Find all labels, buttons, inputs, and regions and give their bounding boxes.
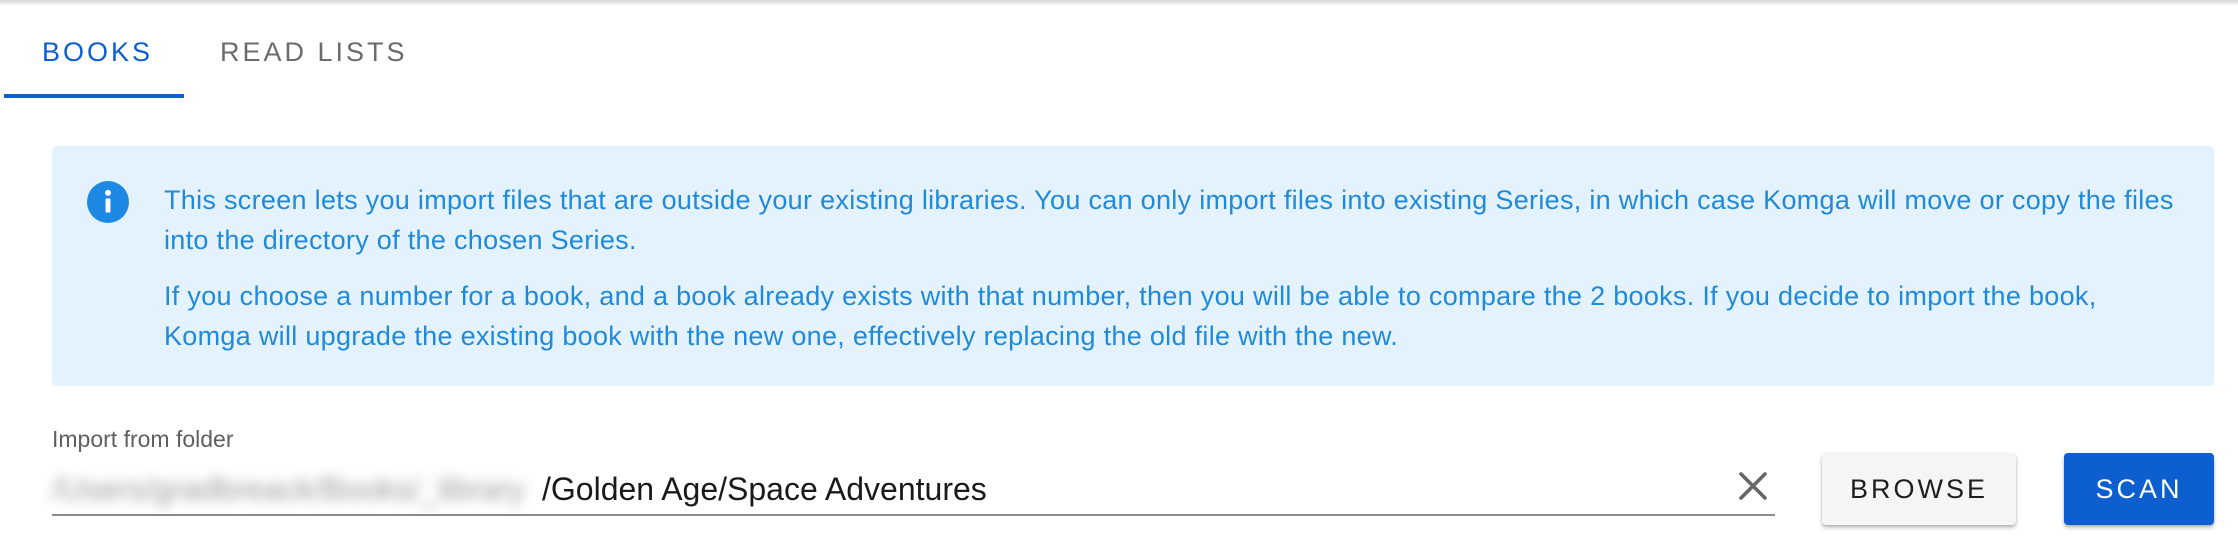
browse-button[interactable]: BROWSE — [1822, 453, 2016, 525]
tab-bar: BOOKS READ LISTS — [4, 6, 446, 98]
tab-books-label: BOOKS — [42, 36, 154, 67]
tab-books[interactable]: BOOKS — [4, 6, 184, 98]
import-folder-label: Import from folder — [52, 426, 234, 452]
info-icon — [87, 181, 129, 223]
import-page: BOOKS READ LISTS This screen lets you im… — [0, 0, 2238, 542]
info-alert: This screen lets you import files that a… — [52, 146, 2214, 386]
scan-button-label: SCAN — [2095, 473, 2183, 504]
tab-read-lists[interactable]: READ LISTS — [184, 6, 446, 98]
import-folder-input[interactable]: /Users/gradbreack/Books/_library /Golden… — [52, 460, 1775, 516]
alert-paragraph-2: If you choose a number for a book, and a… — [164, 281, 2097, 351]
alert-text: This screen lets you import files that a… — [164, 180, 2184, 356]
import-folder-value: /Golden Age/Space Adventures — [542, 471, 987, 507]
browse-button-label: BROWSE — [1849, 473, 1988, 504]
scan-button[interactable]: SCAN — [2064, 453, 2214, 525]
redacted-path-prefix: /Users/gradbreack/Books/_library — [52, 471, 526, 507]
tab-read-lists-label: READ LISTS — [220, 36, 408, 67]
alert-paragraph-1: This screen lets you import files that a… — [164, 185, 2174, 255]
close-icon[interactable] — [1735, 468, 1771, 504]
